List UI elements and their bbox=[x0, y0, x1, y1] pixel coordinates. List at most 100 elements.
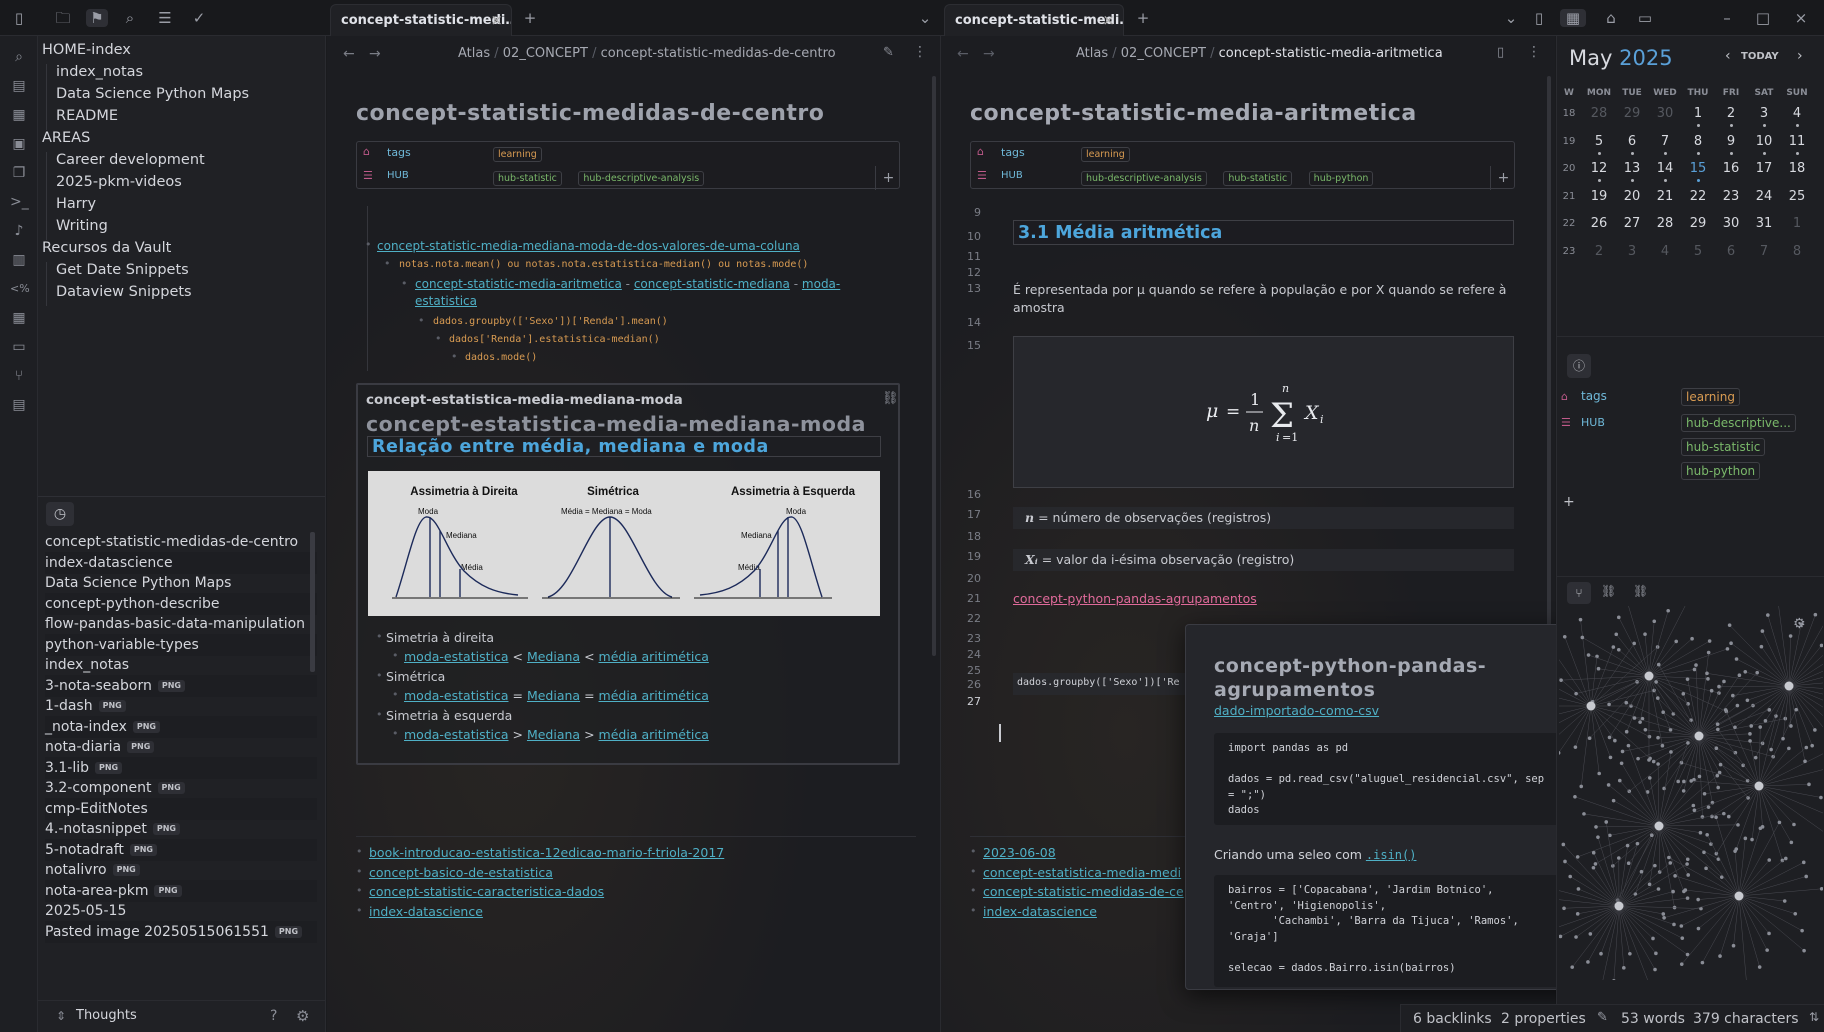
graph-node[interactable] bbox=[1654, 821, 1664, 831]
graph-node[interactable] bbox=[1716, 785, 1720, 790]
graph-node[interactable] bbox=[1614, 632, 1619, 637]
recent-file-item[interactable]: 5-notadraft PNG bbox=[45, 838, 317, 861]
graph-node[interactable] bbox=[1628, 951, 1632, 956]
hub-pill[interactable]: hub-descriptive-analysis bbox=[578, 171, 705, 186]
graph-node[interactable] bbox=[1726, 814, 1731, 819]
add-property-icon[interactable]: + bbox=[1490, 166, 1516, 190]
internal-link[interactable]: moda-estatistica bbox=[404, 688, 509, 703]
calendar-day[interactable]: 4 bbox=[1649, 244, 1681, 259]
graph-node[interactable] bbox=[1575, 855, 1580, 859]
graph-node[interactable] bbox=[1710, 814, 1714, 819]
kanban-icon[interactable]: ▦ bbox=[10, 309, 28, 327]
preview-link[interactable]: dado-importado-como-csv bbox=[1214, 703, 1379, 718]
graph-node[interactable] bbox=[1611, 645, 1616, 649]
forward-icon[interactable]: → bbox=[369, 46, 381, 62]
graph-node[interactable] bbox=[1731, 943, 1736, 948]
graph-node[interactable] bbox=[1804, 745, 1809, 750]
week-number[interactable]: 23 bbox=[1557, 246, 1581, 257]
graph-node[interactable] bbox=[1624, 729, 1629, 734]
graph-node[interactable] bbox=[1648, 776, 1652, 780]
archive-icon[interactable]: ▭ bbox=[1636, 9, 1654, 27]
graph-node[interactable] bbox=[1766, 613, 1770, 617]
calendar-day[interactable]: 3 bbox=[1616, 244, 1648, 259]
calendar-day[interactable]: 7 bbox=[1649, 134, 1681, 149]
graph-node[interactable] bbox=[1749, 724, 1754, 728]
recent-file-item[interactable]: _nota-index PNG bbox=[45, 715, 317, 738]
graph-node[interactable] bbox=[1568, 874, 1573, 879]
recent-file-item[interactable]: concept-statistic-medidas-de-centro bbox=[45, 532, 317, 553]
graph-node[interactable] bbox=[1580, 635, 1585, 640]
graph-node[interactable] bbox=[1734, 657, 1739, 661]
internal-link[interactable]: Mediana bbox=[527, 727, 580, 742]
hub-pill[interactable]: hub-python bbox=[1681, 462, 1761, 480]
graph-node[interactable] bbox=[1579, 784, 1584, 789]
graph-node[interactable] bbox=[1810, 743, 1814, 748]
graph-node[interactable] bbox=[1593, 862, 1598, 866]
graph-node[interactable] bbox=[1793, 911, 1798, 916]
close-tab-icon[interactable]: × bbox=[490, 11, 503, 29]
tag-icon[interactable]: ⌂ bbox=[1602, 9, 1620, 27]
graph-node[interactable] bbox=[1743, 836, 1748, 841]
grid-icon[interactable]: ▦ bbox=[10, 106, 28, 124]
backlink-count[interactable]: 6 backlinks bbox=[1413, 1011, 1492, 1027]
graph-node[interactable] bbox=[1716, 727, 1720, 732]
outline-link[interactable]: estatistica bbox=[415, 294, 477, 308]
graph-node[interactable] bbox=[1696, 926, 1701, 931]
close-window-icon[interactable]: × bbox=[1792, 9, 1810, 27]
calendar-day[interactable]: 6 bbox=[1715, 244, 1747, 259]
graph-node[interactable] bbox=[1733, 849, 1737, 853]
help-icon[interactable]: ? bbox=[270, 1008, 277, 1024]
graph-node[interactable] bbox=[1685, 896, 1690, 900]
graph-node[interactable] bbox=[1651, 936, 1655, 941]
graph-node[interactable] bbox=[1562, 906, 1566, 911]
list-icon[interactable]: ☰ bbox=[156, 9, 174, 27]
calendar-day[interactable]: 6 bbox=[1616, 134, 1648, 149]
graph-node[interactable] bbox=[1715, 722, 1720, 727]
graph-node[interactable] bbox=[1697, 774, 1702, 779]
recent-file-item[interactable]: Pasted image 20250515061551 PNG bbox=[45, 920, 317, 943]
daily-note-icon[interactable]: ▤ bbox=[10, 396, 28, 414]
backlink-item[interactable]: book-introducao-estatistica-12edicao-mar… bbox=[369, 845, 724, 860]
graph-node[interactable] bbox=[1759, 644, 1764, 649]
graph-node[interactable] bbox=[1616, 647, 1621, 652]
info-icon[interactable]: ⓘ bbox=[1567, 354, 1591, 378]
outline-link[interactable]: concept-statistic-media-aritmetica bbox=[415, 277, 622, 291]
graph-node[interactable] bbox=[1813, 612, 1818, 617]
file-item[interactable]: Data Science Python Maps bbox=[56, 86, 249, 102]
recent-file-item[interactable]: index_notas bbox=[45, 654, 317, 676]
sidebar-toggle-icon[interactable]: ▯ bbox=[10, 9, 28, 27]
graph-node[interactable] bbox=[1727, 623, 1732, 627]
graph-node[interactable] bbox=[1767, 858, 1772, 862]
week-number[interactable]: 19 bbox=[1557, 136, 1581, 147]
graph-node[interactable] bbox=[1660, 743, 1665, 748]
bookmark-icon[interactable]: ⚑ bbox=[86, 9, 108, 27]
graph-node[interactable] bbox=[1781, 736, 1785, 741]
preview-link[interactable]: .isin() bbox=[1366, 848, 1417, 862]
graph-node[interactable] bbox=[1559, 751, 1561, 755]
graph-node[interactable] bbox=[1669, 750, 1673, 754]
graph-node[interactable] bbox=[1706, 650, 1711, 655]
graph-node[interactable] bbox=[1705, 832, 1709, 837]
recent-file-item[interactable]: 1-dash PNG bbox=[45, 695, 317, 717]
graph-node[interactable] bbox=[1718, 762, 1723, 767]
calendar-day[interactable]: 25 bbox=[1781, 189, 1813, 204]
graph-node[interactable] bbox=[1784, 681, 1794, 691]
next-month-icon[interactable]: › bbox=[1797, 48, 1803, 64]
calendar-day[interactable]: 22 bbox=[1682, 189, 1714, 204]
graph-node[interactable] bbox=[1731, 693, 1735, 698]
week-number[interactable]: 20 bbox=[1557, 163, 1581, 174]
graph-node[interactable] bbox=[1614, 901, 1624, 911]
graph-node[interactable] bbox=[1723, 708, 1728, 712]
graph-node[interactable] bbox=[1763, 718, 1768, 723]
graph-node[interactable] bbox=[1689, 779, 1693, 783]
forward-icon[interactable]: → bbox=[983, 46, 995, 62]
hover-preview-card[interactable]: concept-python-pandas- agrupamentos dado… bbox=[1185, 624, 1597, 990]
graph-node[interactable] bbox=[1647, 758, 1651, 762]
back-icon[interactable]: ← bbox=[343, 46, 355, 62]
graph-node[interactable] bbox=[1654, 951, 1658, 956]
hub-pill[interactable]: hub-statistic bbox=[1681, 438, 1766, 456]
graph-node[interactable] bbox=[1692, 808, 1697, 812]
recent-file-item[interactable]: 3-nota-seaborn PNG bbox=[45, 674, 317, 697]
calendar-day[interactable]: 29 bbox=[1682, 216, 1714, 231]
graph-node[interactable] bbox=[1813, 728, 1817, 732]
